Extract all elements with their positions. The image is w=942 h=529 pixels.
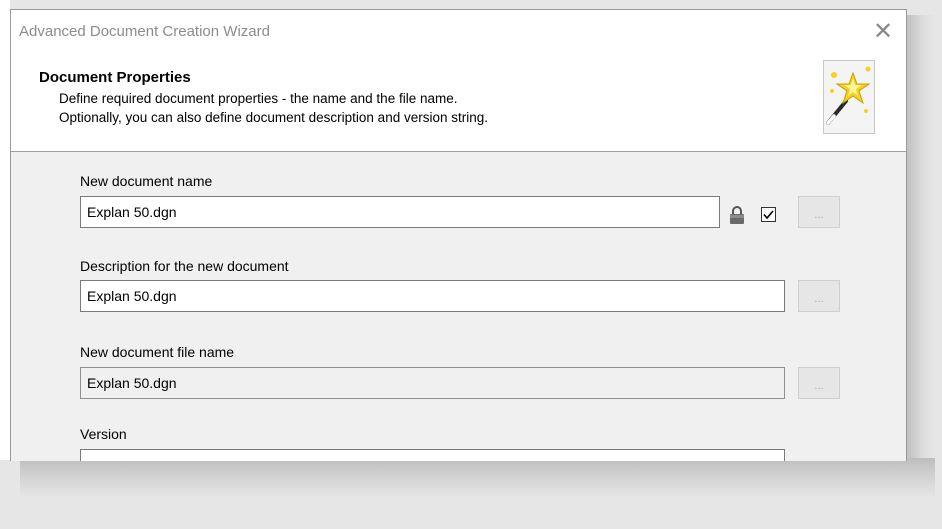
browse-button-label: ... [814, 209, 824, 221]
window-shadow-right [905, 15, 935, 485]
file-name-input[interactable] [80, 367, 785, 399]
lock-icon [729, 206, 745, 229]
file-name-label: New document file name [80, 344, 235, 360]
description-browse-button[interactable]: ... [798, 280, 840, 312]
checkmark-icon [763, 210, 774, 220]
page-description-line-1: Define required document properties - th… [59, 91, 458, 106]
page-title: Document Properties [39, 69, 191, 86]
page-description-line-2: Optionally, you can also define document… [59, 110, 488, 125]
version-input[interactable] [80, 449, 785, 461]
close-icon: ✕ [872, 17, 894, 45]
file-name-browse-button[interactable]: ... [798, 367, 840, 399]
dialog-title: Advanced Document Creation Wizard [19, 23, 270, 40]
wizard-dialog: Advanced Document Creation Wizard ✕ Docu… [10, 9, 907, 461]
browse-button-label: ... [814, 293, 824, 305]
version-label: Version [80, 426, 127, 442]
description-label: Description for the new document [80, 258, 289, 274]
browse-button-label: ... [814, 380, 824, 392]
document-name-label: New document name [80, 173, 213, 189]
description-input[interactable] [80, 280, 785, 312]
document-name-input[interactable] [80, 196, 720, 228]
background-window-edge [0, 0, 10, 460]
wizard-wand-icon [823, 60, 875, 134]
close-button[interactable]: ✕ [866, 14, 900, 48]
lock-name-checkbox[interactable] [761, 207, 776, 222]
document-name-browse-button[interactable]: ... [798, 196, 840, 228]
window-shadow-bottom [20, 458, 935, 498]
wizard-content: New document name ... Description for th… [11, 152, 906, 461]
wizard-header: Document Properties Define required docu… [11, 54, 906, 152]
